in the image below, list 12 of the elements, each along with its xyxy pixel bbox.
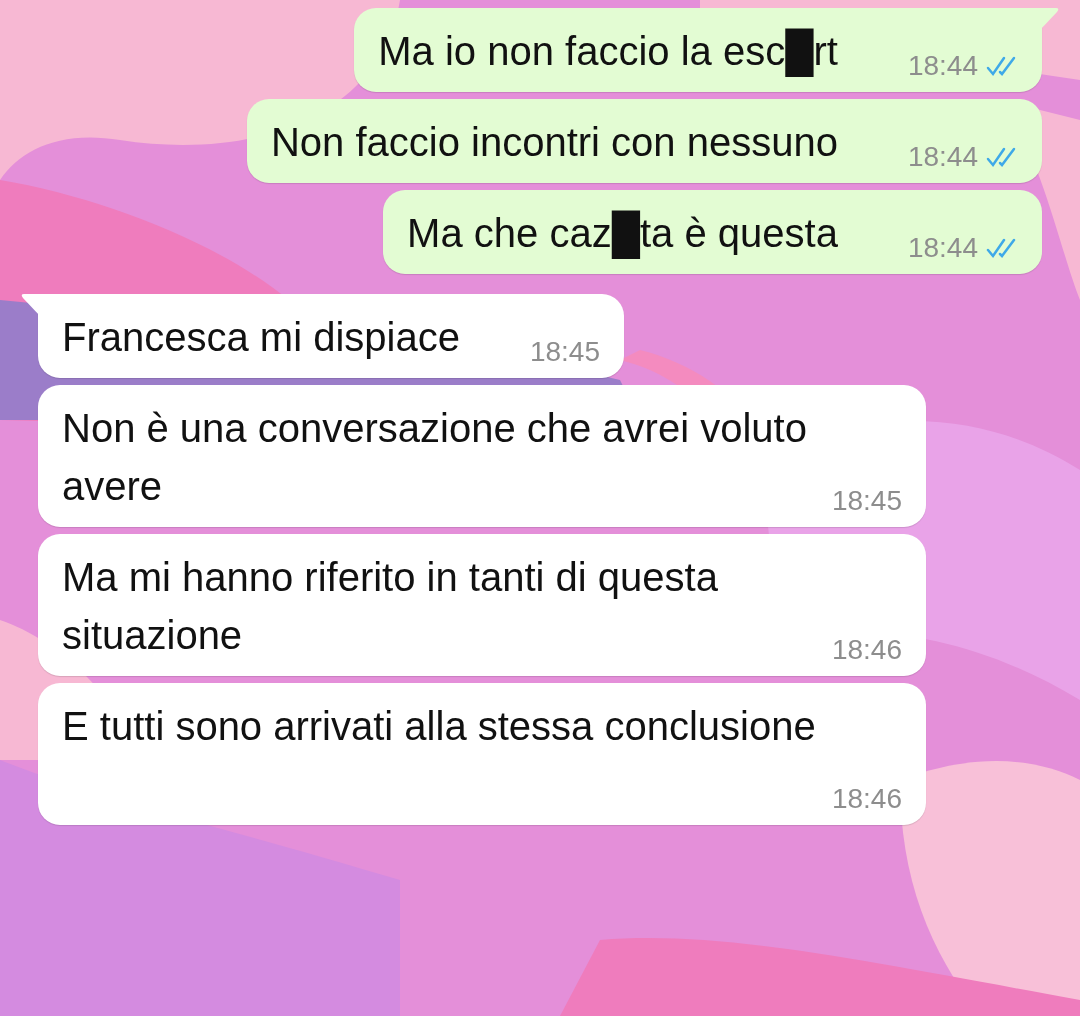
message-text: Francesca mi dispiace bbox=[62, 315, 460, 359]
message-time: 18:46 bbox=[831, 634, 902, 666]
message-time: 18:44 bbox=[907, 141, 978, 173]
message-time: 18:44 bbox=[907, 232, 978, 264]
message-time: 18:46 bbox=[831, 783, 902, 815]
message-text: Non è una conversazione che avrei voluto avere bbox=[62, 406, 807, 508]
message-text: E tutti sono arrivati alla stessa conclusione bbox=[62, 704, 816, 748]
message-time: 18:45 bbox=[831, 485, 902, 517]
message-time: 18:45 bbox=[529, 336, 600, 368]
message-text: Ma mi hanno riferito in tanti di questa situazione bbox=[62, 555, 718, 657]
message-text: Non faccio incontri con nessuno bbox=[270, 120, 838, 164]
message-time: 18:44 bbox=[907, 50, 978, 82]
